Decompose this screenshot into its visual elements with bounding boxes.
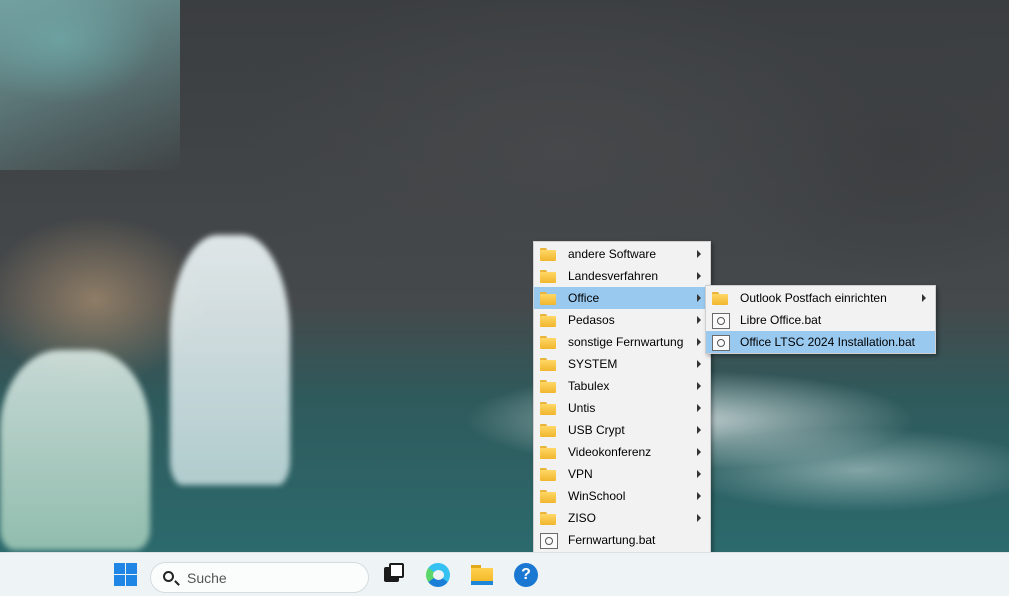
menu-item-label: Untis (568, 401, 596, 415)
task-view-button[interactable] (381, 561, 409, 589)
office-submenu: Outlook Postfach einrichten Libre Office.… (705, 285, 936, 354)
desktop-wallpaper (0, 0, 1009, 552)
menu-item-label: Office LTSC 2024 Installation.bat (740, 335, 915, 349)
menu-item-pedasos[interactable]: Pedasos (534, 309, 710, 331)
menu-item-label: Pedasos (568, 313, 615, 327)
menu-item-label: Fernwartung.bat (568, 533, 656, 547)
folder-icon (539, 356, 557, 372)
menu-item-landesverfahren[interactable]: Landesverfahren (534, 265, 710, 287)
submenu-arrow-icon (697, 426, 701, 434)
start-button[interactable] (112, 561, 140, 589)
submenu-arrow-icon (697, 250, 701, 258)
menu-item-winschool[interactable]: WinSchool (534, 485, 710, 507)
submenu-arrow-icon (697, 338, 701, 346)
folder-icon (539, 290, 557, 306)
submenu-arrow-icon (697, 294, 701, 302)
folder-icon (539, 444, 557, 460)
menu-item-ziso[interactable]: ZISO (534, 507, 710, 529)
menu-item-label: SYSTEM (568, 357, 618, 371)
folder-icon (539, 268, 557, 284)
batch-file-icon (711, 334, 730, 351)
help-button[interactable]: ? (512, 561, 540, 589)
menu-item-label: ZISO (568, 511, 597, 525)
batch-file-icon (539, 532, 558, 549)
folder-icon (539, 488, 557, 504)
menu-item-label: Libre Office.bat (740, 313, 822, 327)
folder-icon (539, 400, 557, 416)
menu-item-untis[interactable]: Untis (534, 397, 710, 419)
folder-icon (711, 290, 729, 306)
menu-item-andere-software[interactable]: andere Software (534, 243, 710, 265)
menu-item-label: WinSchool (568, 489, 626, 503)
submenu-arrow-icon (697, 470, 701, 478)
folder-icon (539, 422, 557, 438)
menu-item-label: USB Crypt (568, 423, 625, 437)
menu-item-label: Landesverfahren (568, 269, 659, 283)
folder-icon (539, 334, 557, 350)
menu-item-label: sonstige Fernwartung (568, 335, 684, 349)
search-icon (163, 571, 174, 582)
wallpaper-water (0, 0, 180, 170)
help-icon: ? (514, 563, 538, 587)
wallpaper-waterfall (170, 235, 290, 485)
taskbar: ? (0, 552, 1009, 596)
menu-item-outlook-postfach-einrichten[interactable]: Outlook Postfach einrichten (706, 287, 935, 309)
menu-item-label: Office (568, 291, 600, 305)
search-box[interactable] (150, 562, 369, 593)
menu-item-label: VPN (568, 467, 593, 481)
submenu-arrow-icon (697, 492, 701, 500)
file-explorer-button[interactable] (468, 561, 496, 589)
edge-button[interactable] (424, 561, 452, 589)
windows-logo-icon (114, 563, 125, 574)
menu-item-fernwartung-bat[interactable]: Fernwartung.bat (534, 529, 710, 551)
submenu-arrow-icon (697, 404, 701, 412)
menu-item-sonstige-fernwartung[interactable]: sonstige Fernwartung (534, 331, 710, 353)
menu-item-vpn[interactable]: VPN (534, 463, 710, 485)
submenu-arrow-icon (697, 514, 701, 522)
menu-item-label: andere Software (568, 247, 657, 261)
submenu-arrow-icon (697, 448, 701, 456)
submenu-arrow-icon (697, 360, 701, 368)
folder-icon (539, 378, 557, 394)
menu-item-label: Outlook Postfach einrichten (740, 291, 887, 305)
submenu-arrow-icon (697, 382, 701, 390)
menu-item-label: Tabulex (568, 379, 610, 393)
menu-item-libre-office-bat[interactable]: Libre Office.bat (706, 309, 935, 331)
submenu-arrow-icon (697, 272, 701, 280)
menu-item-system[interactable]: SYSTEM (534, 353, 710, 375)
folder-icon (539, 510, 557, 526)
menu-item-office[interactable]: Office (534, 287, 710, 309)
menu-item-usb-crypt[interactable]: USB Crypt (534, 419, 710, 441)
wallpaper-waterfall-left (0, 350, 150, 550)
menu-item-videokonferenz[interactable]: Videokonferenz (534, 441, 710, 463)
folder-icon (539, 312, 557, 328)
menu-item-tabulex[interactable]: Tabulex (534, 375, 710, 397)
search-input[interactable] (187, 569, 357, 587)
submenu-arrow-icon (697, 316, 701, 324)
folder-icon (539, 246, 557, 262)
menu-item-office-ltsc-2024-installation-bat[interactable]: Office LTSC 2024 Installation.bat (706, 331, 935, 353)
menu-item-label: Videokonferenz (568, 445, 652, 459)
batch-file-icon (711, 312, 730, 329)
folder-icon (539, 466, 557, 482)
toolbar-menu: andere Software Landesverfahren Office Peda… (533, 241, 711, 575)
submenu-arrow-icon (922, 294, 926, 302)
